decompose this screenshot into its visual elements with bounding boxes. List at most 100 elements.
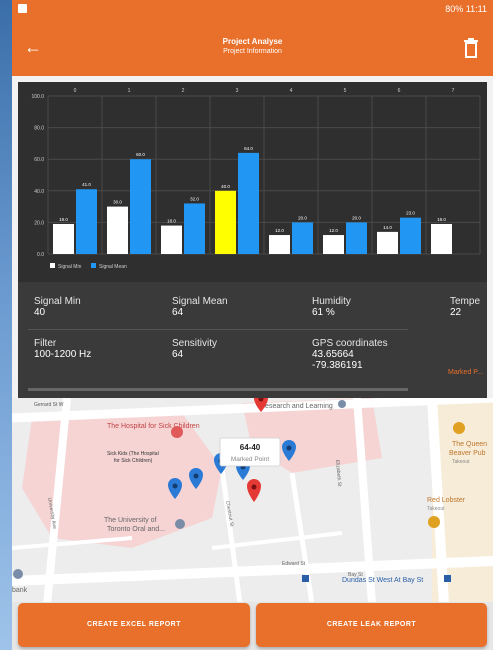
marked-point-callout[interactable]: 64-40 Marked Point bbox=[219, 437, 281, 467]
uoft-label-line2: Toronto Oral and... bbox=[107, 526, 165, 533]
data-label-signal-mean: 64.0 bbox=[244, 146, 253, 151]
horizontal-scrollbar[interactable] bbox=[28, 388, 408, 391]
red-lobster-label: Red Lobster bbox=[427, 497, 466, 504]
humidity-value: 61 % bbox=[312, 307, 335, 318]
edward-street-label: Edward St bbox=[282, 561, 306, 567]
hospital-label: The Hospital for Sick Children bbox=[107, 423, 200, 430]
data-label-signal-mean: 32.0 bbox=[190, 196, 199, 201]
status-bar: 80% 11:11 bbox=[12, 0, 493, 20]
bar-signal-min bbox=[107, 206, 128, 254]
bay-street-label: Bay St bbox=[348, 572, 363, 578]
bar-signal-mean bbox=[400, 217, 421, 254]
callout-title: 64-40 bbox=[240, 443, 261, 452]
legend-label-signal-min: Signal Min bbox=[58, 264, 82, 270]
sickkids-label-line1: Sick Kids (The Hospital bbox=[107, 451, 159, 457]
queen-label-line2: Beaver Pub bbox=[449, 450, 486, 457]
red-lobster-icon bbox=[428, 516, 440, 528]
legend-label-signal-mean: Signal Mean bbox=[99, 264, 127, 270]
filter-cell: Filter 100-1200 Hz bbox=[34, 338, 91, 360]
bar-signal-min bbox=[269, 235, 290, 254]
uoft-label-line1: The University of bbox=[104, 517, 157, 524]
status-right: 80% 11:11 bbox=[445, 4, 487, 14]
dundas-label: Dundas St West At Bay St bbox=[342, 577, 423, 584]
data-label-signal-mean: 23.0 bbox=[406, 211, 415, 216]
hospital-icon bbox=[171, 426, 183, 438]
red-lobster-sublabel: Takeout bbox=[427, 506, 445, 512]
sickkids-label-line2: for Sick Children) bbox=[114, 458, 153, 464]
bar-signal-min bbox=[431, 223, 452, 254]
trash-icon[interactable] bbox=[463, 38, 479, 58]
chart-card: 0.0 20.0 40.0 60.0 80.0 100.0 0 1 2 3 4 5 6 7 19.0 41.0… bbox=[18, 82, 487, 284]
x-tick-label: 3 bbox=[236, 88, 239, 94]
signal-min-value: 40 bbox=[34, 307, 46, 318]
x-tick-label: 2 bbox=[182, 88, 185, 94]
data-label-signal-min: 19.0 bbox=[437, 217, 446, 222]
signal-bar-chart: 0.0 20.0 40.0 60.0 80.0 100.0 0 1 2 3 4 5 6 7 19.0 41.0… bbox=[31, 88, 481, 270]
queen-label-line1: The Queen bbox=[452, 441, 487, 448]
bar-signal-mean bbox=[130, 159, 151, 254]
data-label-signal-mean: 60.0 bbox=[136, 152, 145, 157]
map-canvas[interactable]: Gerrard St W The Hospital for Sick Child… bbox=[12, 398, 493, 604]
data-label-signal-min: 12.0 bbox=[329, 228, 338, 233]
data-label-signal-min: 19.0 bbox=[59, 217, 68, 222]
bar-signal-min bbox=[323, 235, 344, 254]
sensitivity-value: 64 bbox=[172, 349, 184, 360]
bar-signal-mean bbox=[292, 222, 313, 254]
y-tick-label: 40.0 bbox=[34, 189, 44, 195]
bar-signal-mean bbox=[238, 152, 259, 254]
bar-signal-mean bbox=[346, 222, 367, 254]
create-leak-report-button[interactable]: CREATE LEAK REPORT bbox=[256, 603, 487, 647]
data-label-signal-min: 12.0 bbox=[275, 228, 284, 233]
filter-label: Filter bbox=[34, 338, 57, 349]
gps-lat: 43.65664 bbox=[312, 349, 354, 360]
bar-signal-min bbox=[215, 190, 236, 254]
bar-signal-mean bbox=[76, 189, 97, 254]
temperature-value: 22 bbox=[450, 307, 462, 318]
signal-mean-label: Signal Mean bbox=[172, 296, 228, 307]
signal-mean-value: 64 bbox=[172, 307, 184, 318]
button-bar: CREATE EXCEL REPORT CREATE LEAK REPORT bbox=[12, 602, 493, 650]
signal-min-label: Signal Min bbox=[34, 296, 81, 307]
data-label-signal-min: 30.0 bbox=[113, 200, 122, 205]
y-tick-label: 0.0 bbox=[37, 252, 44, 258]
bar-signal-mean bbox=[184, 203, 205, 254]
data-label-signal-mean: 20.0 bbox=[298, 215, 307, 220]
transit-icon bbox=[302, 575, 309, 582]
create-excel-report-button[interactable]: CREATE EXCEL REPORT bbox=[18, 603, 250, 647]
data-label-signal-min: 14.0 bbox=[383, 225, 392, 230]
data-label-signal-min: 40.0 bbox=[221, 184, 230, 189]
research-label: Research and Learning bbox=[260, 403, 333, 410]
humidity-cell: Humidity 61 % bbox=[312, 296, 351, 318]
data-label-signal-mean: 41.0 bbox=[82, 182, 91, 187]
research-poi-icon bbox=[338, 400, 346, 408]
transit-icon-2 bbox=[444, 575, 451, 582]
x-tick-label: 1 bbox=[128, 88, 131, 94]
filter-value: 100-1200 Hz bbox=[34, 349, 92, 360]
signal-mean-cell: Signal Mean 64 bbox=[172, 296, 228, 318]
x-tick-label: 4 bbox=[290, 88, 293, 94]
queen-sublabel: Takeout bbox=[452, 459, 470, 465]
data-label-signal-min: 18.0 bbox=[167, 219, 176, 224]
content-area: 0.0 20.0 40.0 60.0 80.0 100.0 0 1 2 3 4 5 6 7 19.0 41.0… bbox=[12, 76, 493, 650]
info-panel: Signal Min 40 Signal Mean 64 Humidity 61… bbox=[18, 282, 487, 398]
bank-label: bank bbox=[12, 587, 28, 594]
marked-point-link[interactable]: Marked P... bbox=[448, 369, 483, 376]
map-view[interactable]: Gerrard St W The Hospital for Sick Child… bbox=[12, 398, 493, 604]
legend-swatch-signal-mean bbox=[91, 263, 96, 268]
data-label-signal-mean: 20.0 bbox=[352, 215, 361, 220]
callout-subtitle: Marked Point bbox=[231, 456, 269, 463]
gps-cell: GPS coordinates 43.65664 -79.386191 bbox=[312, 338, 388, 371]
y-tick-label: 80.0 bbox=[34, 126, 44, 132]
gerrard-street-label: Gerrard St W bbox=[34, 402, 64, 408]
bar-signal-min bbox=[161, 225, 182, 254]
queen-poi-icon bbox=[453, 422, 465, 434]
legend-swatch-signal-min bbox=[50, 263, 55, 268]
signal-min-cell: Signal Min 40 bbox=[34, 296, 81, 318]
x-tick-label: 0 bbox=[74, 88, 77, 94]
temperature-cell: Tempe 22 bbox=[450, 296, 480, 318]
notification-icon bbox=[18, 4, 27, 13]
x-tick-label: 7 bbox=[452, 88, 455, 94]
gps-lon: -79.386191 bbox=[312, 360, 363, 371]
humidity-label: Humidity bbox=[312, 296, 351, 307]
bar-signal-min bbox=[53, 223, 74, 254]
